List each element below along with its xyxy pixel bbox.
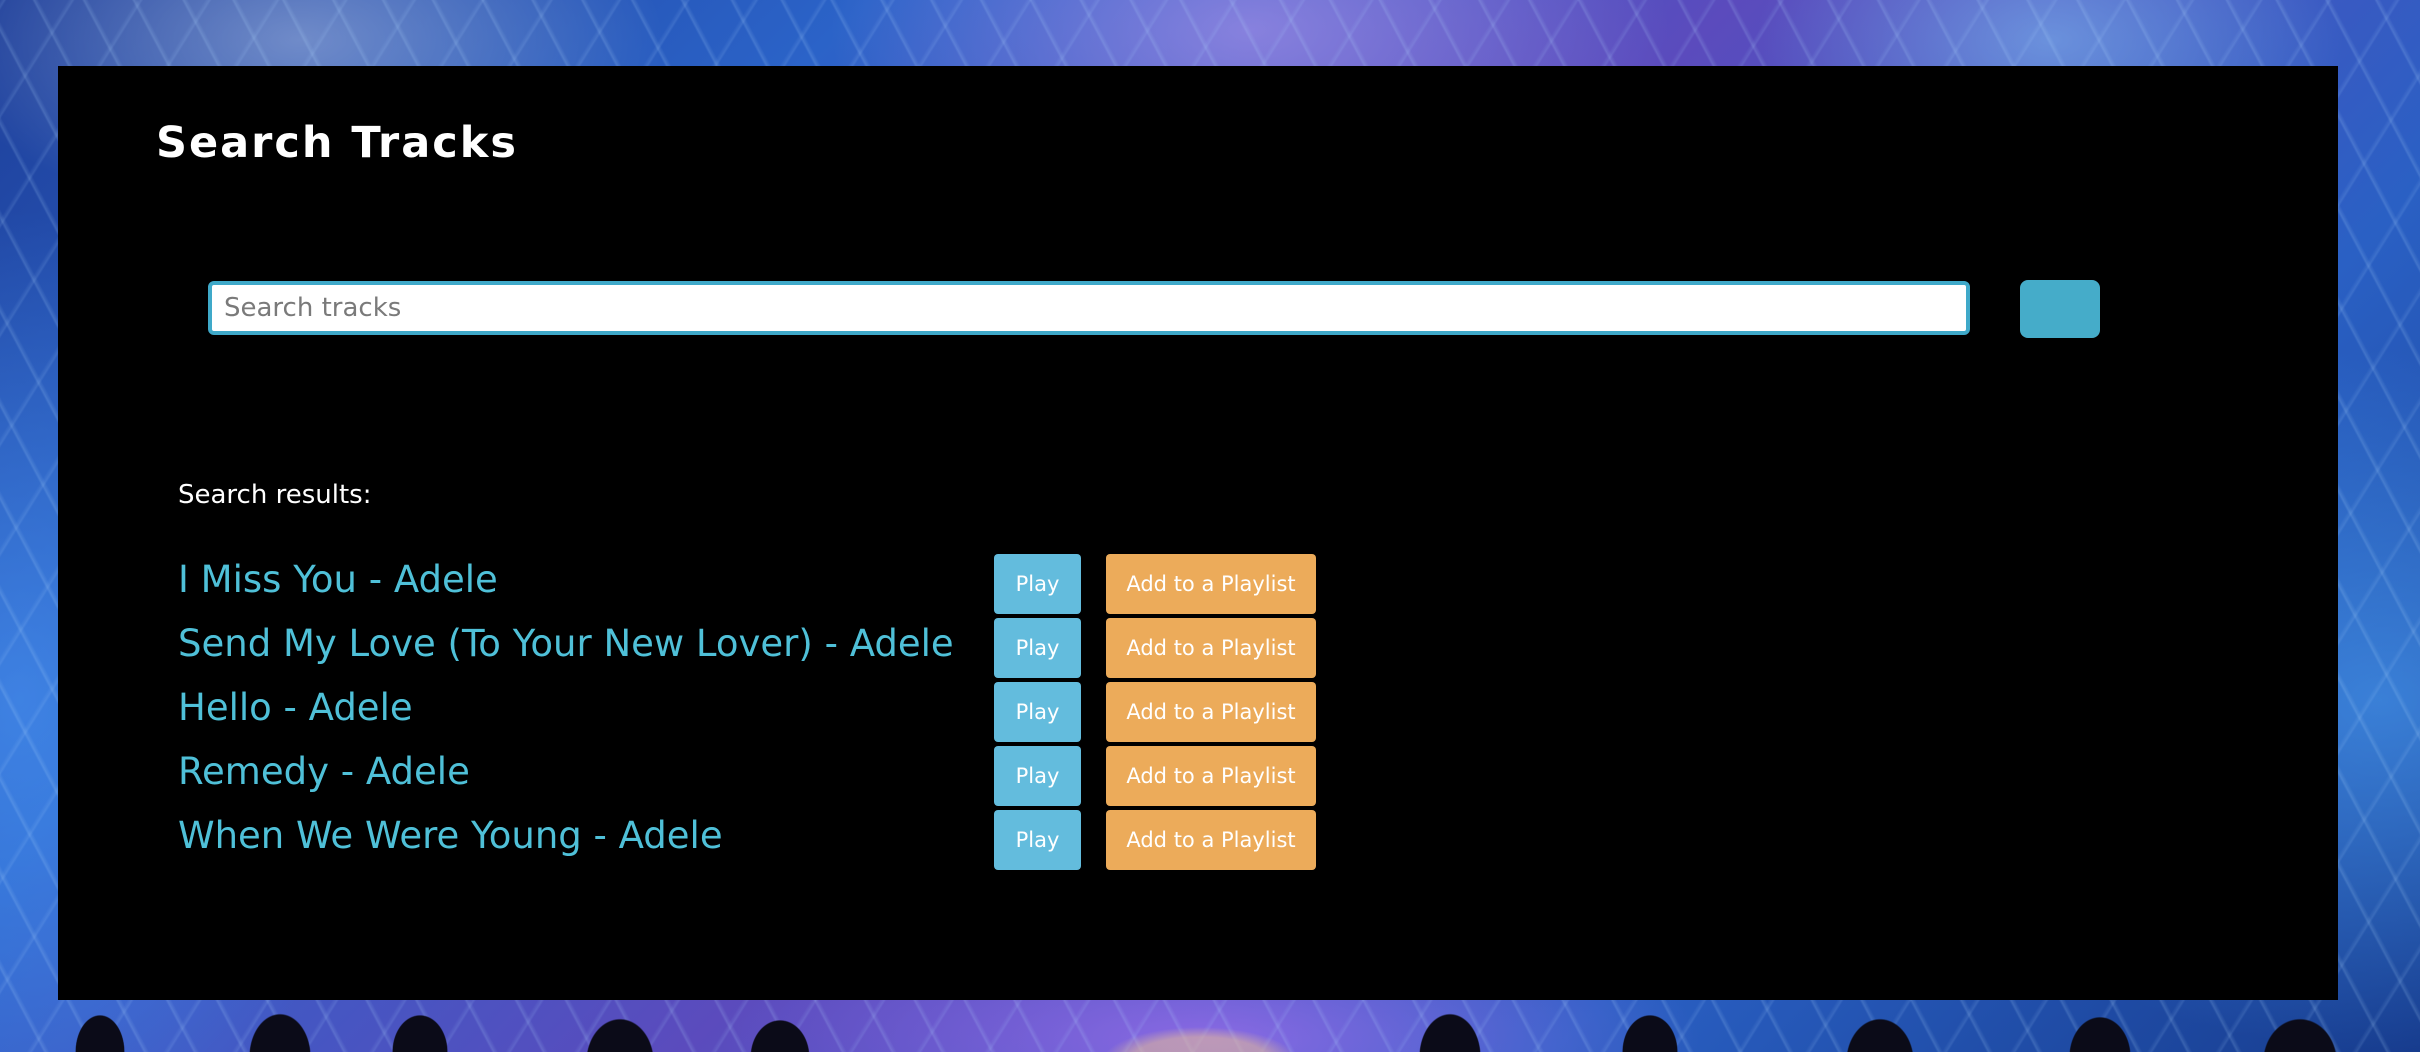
play-button[interactable]: Play	[994, 810, 1081, 870]
add-to-playlist-button[interactable]: Add to a Playlist	[1106, 554, 1316, 614]
track-link[interactable]: Send My Love (To Your New Lover) - Adele	[178, 622, 954, 665]
play-button[interactable]: Play	[994, 746, 1081, 806]
results-label: Search results:	[178, 480, 372, 510]
page-title: Search Tracks	[156, 118, 518, 168]
search-panel: Search Tracks Search results: I Miss You…	[58, 66, 2338, 1000]
add-to-playlist-button[interactable]: Add to a Playlist	[1106, 746, 1316, 806]
play-button[interactable]: Play	[994, 618, 1081, 678]
add-to-playlist-button[interactable]: Add to a Playlist	[1106, 810, 1316, 870]
results-list: I Miss You - Adele Play Add to a Playlis…	[178, 554, 1378, 874]
play-button[interactable]: Play	[994, 554, 1081, 614]
result-row: When We Were Young - Adele Play Add to a…	[178, 810, 1378, 874]
track-link[interactable]: Remedy - Adele	[178, 750, 470, 793]
track-link[interactable]: When We Were Young - Adele	[178, 814, 723, 857]
result-row: I Miss You - Adele Play Add to a Playlis…	[178, 554, 1378, 618]
play-button[interactable]: Play	[994, 682, 1081, 742]
result-row: Hello - Adele Play Add to a Playlist	[178, 682, 1378, 746]
result-row: Remedy - Adele Play Add to a Playlist	[178, 746, 1378, 810]
result-row: Send My Love (To Your New Lover) - Adele…	[178, 618, 1378, 682]
track-link[interactable]: Hello - Adele	[178, 686, 413, 729]
search-input[interactable]	[208, 281, 1970, 335]
track-link[interactable]: I Miss You - Adele	[178, 558, 498, 601]
search-button[interactable]	[2020, 280, 2100, 338]
add-to-playlist-button[interactable]: Add to a Playlist	[1106, 618, 1316, 678]
add-to-playlist-button[interactable]: Add to a Playlist	[1106, 682, 1316, 742]
